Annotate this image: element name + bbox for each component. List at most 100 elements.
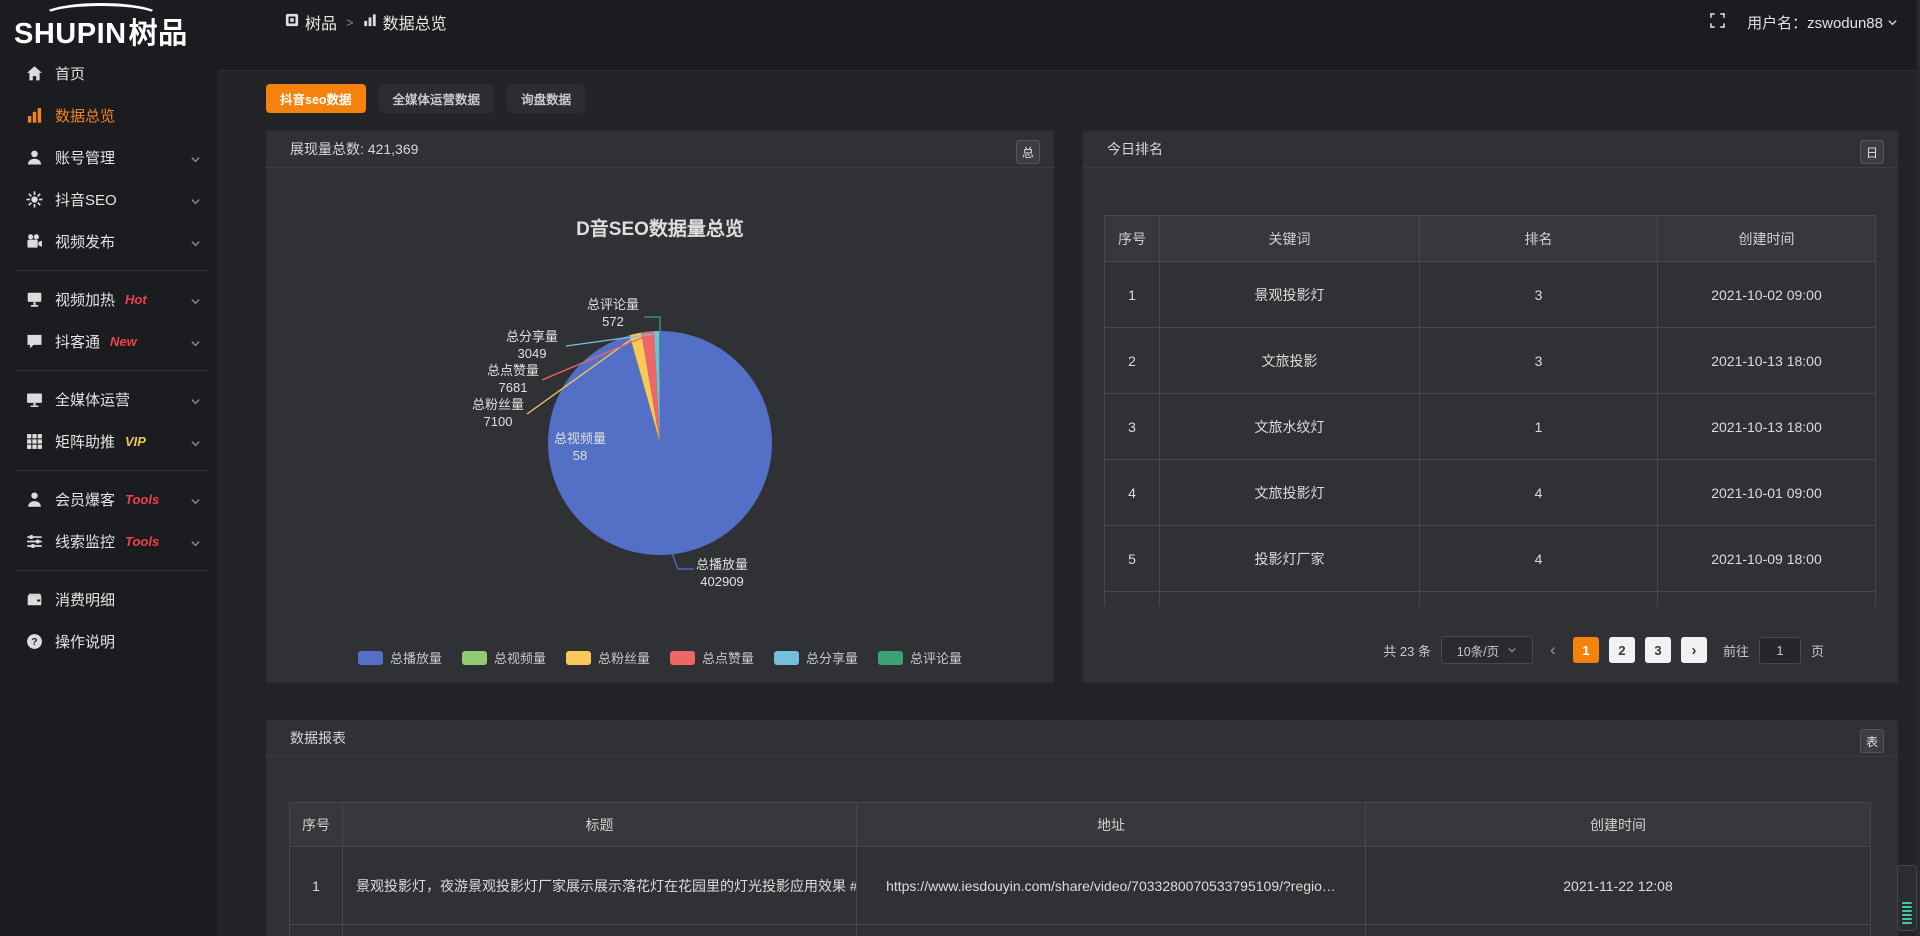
report-cell-url-link[interactable]: https://www.iesdouyin.com/share/video/70…	[857, 847, 1366, 925]
sidebar-item-label: 消费明细	[55, 589, 115, 610]
pie-label-value: 7681	[465, 379, 561, 396]
chevron-down-icon	[190, 536, 201, 553]
breadcrumb-home[interactable]: 树品	[285, 10, 337, 34]
rank-card: 今日排名 日 序号关键词排名创建时间1景观投影灯32021-10-02 09:0…	[1083, 131, 1898, 683]
page-button-3[interactable]: 3	[1645, 637, 1671, 663]
member-icon	[26, 491, 43, 508]
goto-page-input[interactable]	[1759, 637, 1801, 664]
sidebar-item-视频加热[interactable]: 视频加热Hot	[0, 278, 218, 320]
logo-arc-decoration	[42, 3, 160, 29]
rank-cell: 4	[1420, 460, 1658, 526]
sidebar-item-label: 会员爆客	[55, 489, 115, 510]
sidebar-item-线索监控[interactable]: 线索监控Tools	[0, 520, 218, 562]
tab-全媒体运营数据[interactable]: 全媒体运营数据	[379, 84, 495, 113]
help-icon: ?	[26, 633, 43, 650]
legend-item-总视频量[interactable]: 总视频量	[462, 648, 546, 667]
legend-item-总点赞量[interactable]: 总点赞量	[670, 648, 754, 667]
sidebar-item-账号管理[interactable]: 账号管理	[0, 136, 218, 178]
legend-item-总分享量[interactable]: 总分享量	[774, 648, 858, 667]
legend-swatch	[462, 651, 487, 665]
pie-label-name: 总播放量	[674, 556, 770, 573]
legend-label: 总点赞量	[702, 648, 754, 667]
pagination: 共 23 条10条/页‹123›前往页	[1383, 636, 1824, 664]
prev-page-button[interactable]: ‹	[1543, 640, 1563, 660]
user-menu[interactable]: 用户名：zswodun88	[1747, 12, 1898, 33]
table-row-clipped	[290, 925, 1871, 936]
chevron-down-icon	[1887, 17, 1898, 28]
chevron-down-icon	[1507, 645, 1517, 655]
rank-column-header: 序号	[1105, 216, 1160, 262]
app-window-icon	[285, 13, 299, 32]
sidebar-menu: 首页数据总览账号管理抖音SEO视频发布视频加热Hot抖客通New 全媒体运营矩阵助…	[0, 52, 218, 662]
tab-抖音seo数据[interactable]: 抖音seo数据	[266, 84, 366, 113]
legend-item-总评论量[interactable]: 总评论量	[878, 648, 962, 667]
report-card-header: 数据报表 表	[266, 720, 1898, 757]
pagination-total: 共 23 条	[1383, 641, 1431, 660]
rank-cell: 2021-10-09 18:00	[1658, 526, 1876, 592]
sidebar-item-矩阵助推[interactable]: 矩阵助推VIP	[0, 420, 218, 462]
chevron-down-icon	[190, 336, 201, 353]
rank-cell: 2021-10-13 18:00	[1658, 394, 1876, 460]
sidebar-item-首页[interactable]: 首页	[0, 52, 218, 94]
next-page-button[interactable]: ›	[1681, 637, 1707, 663]
fullscreen-icon[interactable]	[1710, 13, 1725, 32]
floating-widget[interactable]	[1897, 865, 1917, 931]
chart-legend: 总播放量 总视频量 总粉丝量 总点赞量 总分享量 总评论量	[266, 648, 1054, 667]
sidebar-item-视频发布[interactable]: 视频发布	[0, 220, 218, 262]
sidebar-item-全媒体运营[interactable]: 全媒体运营	[0, 378, 218, 420]
home-icon	[26, 65, 43, 82]
legend-item-总播放量[interactable]: 总播放量	[358, 648, 442, 667]
sidebar-item-会员爆客[interactable]: 会员爆客Tools	[0, 478, 218, 520]
rank-card-title: 今日排名	[1107, 139, 1163, 159]
sidebar-item-抖音SEO[interactable]: 抖音SEO	[0, 178, 218, 220]
rank-cell: 文旅投影灯	[1160, 460, 1420, 526]
sidebar-badge: Hot	[125, 292, 147, 307]
overview-card: 展现量总数: 421,369 总 D音SEO数据量总览 总播放量总视频量总粉丝量…	[266, 131, 1054, 683]
sidebar-item-label: 线索监控	[55, 531, 115, 552]
pie-label-name: 总点赞量	[465, 362, 561, 379]
legend-label: 总评论量	[910, 648, 962, 667]
rank-cell: 5	[1105, 526, 1160, 592]
pie-label-name: 总视频量	[532, 430, 628, 447]
monitor-icon	[26, 391, 43, 408]
pie-label-name: 总评论量	[565, 296, 661, 313]
overview-scope-button[interactable]: 总	[1016, 140, 1040, 164]
report-table-wrap: 序号标题地址创建时间1景观投影灯，夜游景观投影灯厂家展示展示落花灯在花园里的灯光…	[289, 802, 1872, 936]
sidebar-divider	[16, 270, 208, 271]
page-size-value: 10条/页	[1457, 641, 1499, 660]
sidebar-divider	[16, 470, 208, 471]
page-size-select[interactable]: 10条/页	[1441, 636, 1533, 664]
sidebar-item-label: 账号管理	[55, 147, 115, 168]
breadcrumb-current[interactable]: 数据总览	[363, 10, 447, 34]
table-row: 4文旅投影灯42021-10-01 09:00	[1105, 460, 1876, 526]
page-button-1[interactable]: 1	[1573, 637, 1599, 663]
user-icon	[26, 149, 43, 166]
app-root: SHUPIN树品 树品 > 数据总览 用户名：zswodun88 首页数据总览账…	[0, 0, 1920, 936]
rank-scope-button[interactable]: 日	[1860, 140, 1884, 164]
rank-cell: 投影灯厂家	[1160, 526, 1420, 592]
page-button-2[interactable]: 2	[1609, 637, 1635, 663]
bar-chart-icon	[363, 13, 377, 32]
legend-item-总粉丝量[interactable]: 总粉丝量	[566, 648, 650, 667]
goto-label: 前往	[1723, 641, 1749, 660]
sidebar-item-label: 抖客通	[55, 331, 100, 352]
report-card: 数据报表 表 序号标题地址创建时间1景观投影灯，夜游景观投影灯厂家展示展示落花灯…	[266, 720, 1898, 936]
topbar-right: 用户名：zswodun88	[1710, 0, 1898, 44]
report-scope-button[interactable]: 表	[1860, 729, 1884, 753]
sidebar-item-操作说明[interactable]: ?操作说明	[0, 620, 218, 662]
rank-cell: 1	[1420, 394, 1658, 460]
overview-card-header: 展现量总数: 421,369 总	[266, 131, 1054, 168]
pie-label-总评论量: 总评论量572	[565, 296, 661, 330]
bar-chart-icon	[26, 107, 43, 124]
report-column-header: 地址	[857, 803, 1366, 847]
sidebar-item-消费明细[interactable]: 消费明细	[0, 578, 218, 620]
legend-label: 总分享量	[806, 648, 858, 667]
table-row: 3文旅水纹灯12021-10-13 18:00	[1105, 394, 1876, 460]
tab-询盘数据[interactable]: 询盘数据	[507, 84, 585, 113]
chevron-down-icon	[190, 236, 201, 253]
pie-label-value: 7100	[450, 413, 546, 430]
sidebar-item-数据总览[interactable]: 数据总览	[0, 94, 218, 136]
svg-text:?: ?	[31, 637, 37, 648]
sidebar-item-抖客通[interactable]: 抖客通New	[0, 320, 218, 362]
report-table: 序号标题地址创建时间1景观投影灯，夜游景观投影灯厂家展示展示落花灯在花园里的灯光…	[289, 802, 1871, 936]
